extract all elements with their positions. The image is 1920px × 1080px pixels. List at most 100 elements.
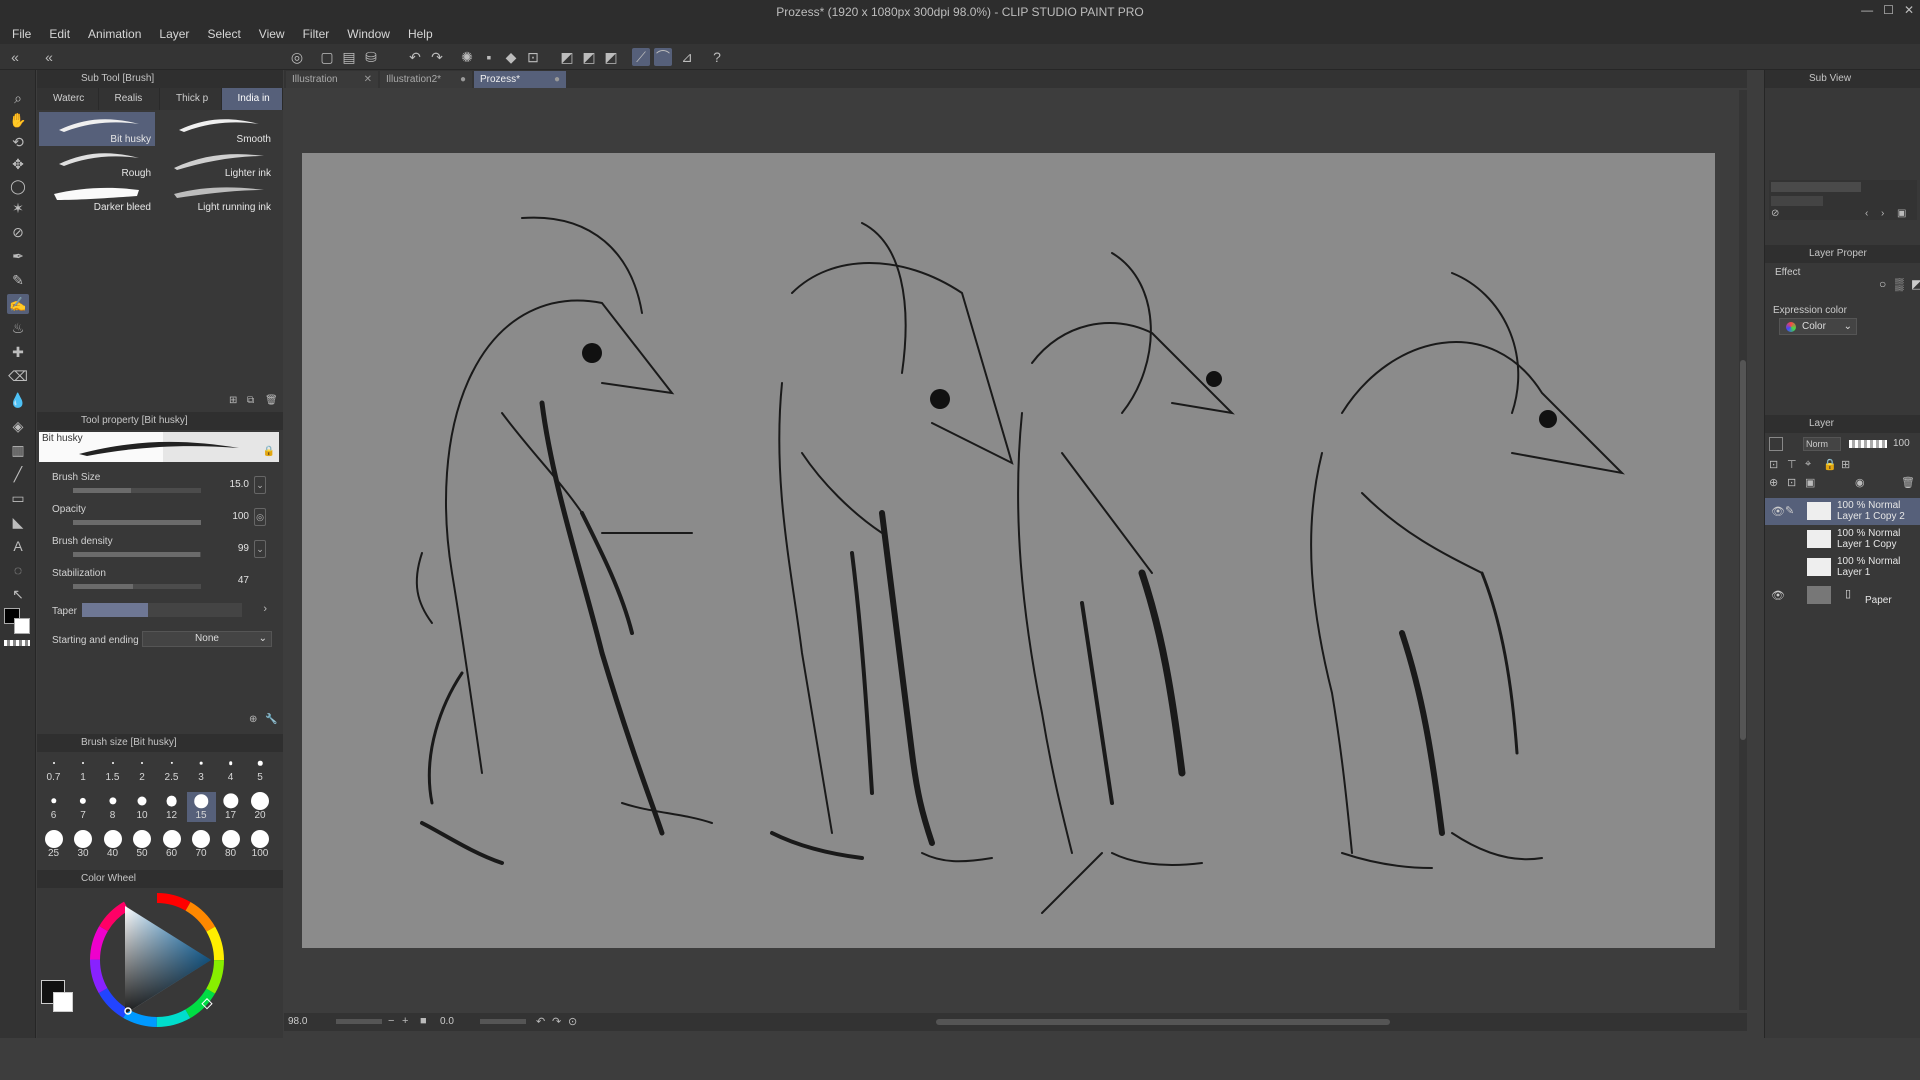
gradient-icon[interactable]: ▥ [7, 440, 29, 460]
layer-thumb-toggle[interactable] [1769, 437, 1783, 451]
redo-icon[interactable]: ↷ [428, 48, 446, 66]
brush-size-option[interactable]: 15 [186, 792, 216, 822]
opacity-slider[interactable] [73, 520, 201, 525]
balloon-icon[interactable]: ◌ [7, 560, 29, 580]
brush-size-option[interactable]: 30 [69, 830, 98, 860]
save-icon[interactable]: ⛁ [362, 48, 380, 66]
duplicate-icon[interactable]: ⧉ [247, 395, 254, 406]
mask-icon[interactable]: ◉ [1855, 476, 1865, 489]
brush-size-row[interactable]: Brush Size 15.0 ⌄ [37, 470, 283, 502]
rotate-left-icon[interactable]: ↶ [536, 1015, 545, 1028]
subtab-thick-paint[interactable]: Thick p [160, 88, 222, 110]
close-button[interactable]: ✕ [1904, 3, 1914, 17]
brush-size-option[interactable]: 2.5 [157, 754, 186, 784]
loading-icon[interactable]: ✺ [458, 48, 476, 66]
lasso-icon[interactable]: ◯ [7, 176, 29, 196]
sub-color-swatch[interactable] [14, 618, 30, 634]
menu-animation[interactable]: Animation [88, 27, 141, 41]
lock-transparency-icon[interactable]: ⊞ [1841, 458, 1850, 471]
rotate-right-icon[interactable]: ↷ [552, 1015, 561, 1028]
new-file-icon[interactable]: ▢ [318, 48, 336, 66]
stabilization-value[interactable]: 47 [238, 575, 249, 586]
frame-icon[interactable]: ▭ [7, 488, 29, 508]
menu-file[interactable]: File [12, 27, 31, 41]
zoom-out-icon[interactable]: − [388, 1015, 394, 1027]
fill-icon[interactable]: ◆ [502, 48, 520, 66]
brush-darker-bleed[interactable]: Darker bleed [39, 180, 155, 214]
brush-size-stepper[interactable]: ⌄ [254, 476, 266, 494]
draft-icon[interactable]: ⌖ [1805, 458, 1811, 471]
taper-slider[interactable] [82, 603, 242, 617]
forward-icon[interactable]: › [1881, 208, 1884, 219]
eye-icon[interactable]: 👁 [1771, 505, 1785, 518]
brush-smooth[interactable]: Smooth [159, 112, 275, 146]
layer-item[interactable]: 100 % Normal Layer 1 [1765, 554, 1920, 581]
transform-icon[interactable]: ⊡ [524, 48, 542, 66]
brush-size-option[interactable]: 40 [98, 830, 127, 860]
stabilization-row[interactable]: Stabilization 47 [37, 566, 283, 598]
stabilization-slider[interactable] [73, 584, 201, 589]
brush-icon[interactable]: ✍ [7, 294, 29, 314]
rotate-slider[interactable] [480, 1019, 526, 1024]
help-icon[interactable]: ? [708, 48, 726, 66]
rotate-icon[interactable]: ⟲ [7, 132, 29, 152]
menu-window[interactable]: Window [347, 27, 390, 41]
new-raster-layer-icon[interactable]: ⊕ [1769, 476, 1778, 489]
expression-color-select[interactable]: Color ⌄ [1779, 318, 1857, 335]
subtab-watercolor[interactable]: Waterc [37, 88, 99, 110]
menu-filter[interactable]: Filter [303, 27, 330, 41]
angle-value[interactable]: 0.0 [440, 1016, 454, 1027]
fit-icon[interactable]: ■ [420, 1015, 427, 1027]
magic-wand-icon[interactable]: ✶ [7, 198, 29, 218]
fill-icon[interactable]: ◈ [7, 416, 29, 436]
reference-icon[interactable]: ⊤ [1787, 458, 1797, 471]
brush-size-option[interactable]: 10 [128, 792, 157, 822]
brush-lighter-ink[interactable]: Lighter ink [159, 146, 275, 180]
brush-size-option[interactable]: 5 [246, 754, 275, 784]
drawing-canvas[interactable] [302, 153, 1715, 948]
undo-icon[interactable]: ↶ [406, 48, 424, 66]
transparent-color-swatch[interactable] [4, 640, 30, 646]
starting-ending-row[interactable]: Starting and ending None ⌄ [37, 626, 283, 658]
reset-rotation-icon[interactable]: ⊙ [568, 1015, 577, 1028]
brush-size-option[interactable]: 100 [246, 830, 275, 860]
menu-select[interactable]: Select [207, 27, 240, 41]
scroll-thumb[interactable] [1740, 360, 1746, 740]
minimize-button[interactable]: — [1861, 3, 1873, 17]
layer-opacity-value[interactable]: 100 [1893, 438, 1910, 449]
brush-size-option[interactable]: 60 [157, 830, 186, 860]
opacity-settings-icon[interactable]: ◎ [254, 508, 266, 526]
brush-density-value[interactable]: 99 [238, 543, 249, 554]
brush-size-slider[interactable] [73, 488, 201, 493]
brush-size-option[interactable]: 6 [39, 792, 68, 822]
selection-icon[interactable]: ◩ [580, 48, 598, 66]
correct-line-icon[interactable]: ↖ [7, 584, 29, 604]
tab-prozess[interactable]: Prozess* ● [474, 71, 566, 88]
create-custom-icon[interactable]: ⊞ [229, 395, 237, 406]
collapse-icon[interactable]: « [40, 48, 58, 66]
clear-icon[interactable]: ▪ [480, 48, 498, 66]
brush-size-option[interactable]: 50 [128, 830, 157, 860]
snap-grid-icon[interactable]: ⊿ [678, 48, 696, 66]
close-icon[interactable]: ● [554, 71, 560, 88]
brush-size-option[interactable]: 20 [246, 792, 275, 822]
blend-icon[interactable]: 💧 [7, 390, 29, 410]
vertical-scrollbar[interactable] [1739, 90, 1747, 1010]
eye-icon[interactable]: 👁 [1771, 589, 1785, 602]
brush-size-option[interactable]: 80 [216, 830, 245, 860]
subtab-india-ink[interactable]: India in [221, 88, 283, 110]
eyedropper-icon[interactable]: ⊘ [7, 222, 29, 242]
decoration-icon[interactable]: ✚ [7, 342, 29, 362]
tab-illustration2[interactable]: Illustration2* ● [380, 71, 472, 88]
lock-icon[interactable]: 🔒 [263, 446, 275, 457]
brush-size-option[interactable]: 12 [157, 792, 186, 822]
zoom-slider[interactable] [336, 1019, 382, 1024]
delete-layer-icon[interactable]: 🗑 [1901, 476, 1915, 489]
new-vector-layer-icon[interactable]: ⊡ [1787, 476, 1796, 489]
brush-size-option[interactable]: 4 [216, 754, 245, 784]
settings-icon[interactable]: ⊕ [249, 714, 257, 725]
eyedropper-icon[interactable]: ⊘ [1771, 208, 1779, 219]
horizontal-scrollbar[interactable] [936, 1019, 1390, 1025]
airbrush-icon[interactable]: ♨ [7, 318, 29, 338]
border-effect-icon[interactable]: ○ [1879, 277, 1886, 291]
